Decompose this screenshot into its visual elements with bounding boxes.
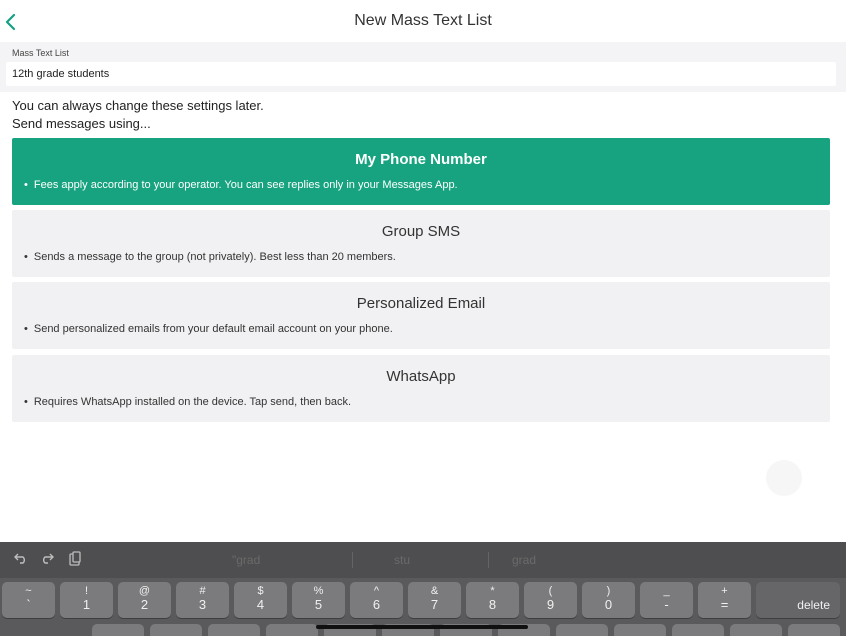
key-minus[interactable]: _ - bbox=[640, 582, 693, 618]
option-title: Group SMS bbox=[381, 223, 461, 240]
key-2[interactable]: @2 bbox=[118, 582, 171, 618]
send-using-label: Send messages using... bbox=[12, 116, 151, 131]
key-backtick[interactable]: ~ ` bbox=[2, 582, 55, 618]
key-row2[interactable] bbox=[788, 624, 840, 636]
option-description: • Requires WhatsApp installed on the devi… bbox=[24, 396, 351, 408]
list-name-input[interactable] bbox=[6, 62, 836, 86]
option-whatsapp[interactable]: WhatsApp • Requires WhatsApp installed on… bbox=[12, 355, 830, 422]
option-group-sms[interactable]: Group SMS • Sends a message to the group … bbox=[12, 210, 830, 277]
suggestion-divider bbox=[488, 552, 489, 568]
key-row2[interactable] bbox=[556, 624, 608, 636]
option-personalized-email[interactable]: Personalized Email • Send personalized em… bbox=[12, 282, 830, 349]
home-indicator bbox=[316, 625, 528, 629]
key-1[interactable]: ! 1 bbox=[60, 582, 113, 618]
key-row2[interactable] bbox=[614, 624, 666, 636]
key-9[interactable]: (9 bbox=[524, 582, 577, 618]
key-row2[interactable] bbox=[672, 624, 724, 636]
option-description-text: Requires WhatsApp installed on the devic… bbox=[33, 396, 352, 408]
option-description: • Send personalized emails from your defa… bbox=[24, 323, 393, 335]
key-row2[interactable] bbox=[208, 624, 260, 636]
key-6[interactable]: ^ 6 bbox=[350, 582, 403, 618]
floating-button-shadow bbox=[766, 460, 802, 496]
bullet-icon: • bbox=[24, 251, 28, 263]
suggestion-1[interactable]: "grad bbox=[232, 553, 260, 567]
suggestion-2[interactable]: stu bbox=[394, 553, 410, 567]
navigation-bar: New Mass Text List bbox=[0, 0, 846, 42]
keyboard-shortcut-bar: "grad stu grad bbox=[0, 542, 846, 578]
key-8[interactable]: * 8 bbox=[466, 582, 519, 618]
paste-icon[interactable] bbox=[68, 551, 82, 570]
option-description-text: Sends a message to the group (not privat… bbox=[33, 251, 396, 263]
key-4[interactable]: $4 bbox=[234, 582, 287, 618]
field-label: Mass Text List bbox=[12, 48, 69, 58]
option-title: My Phone Number bbox=[355, 151, 487, 168]
settings-hint: You can always change these settings lat… bbox=[12, 98, 264, 113]
delete-key[interactable]: delete bbox=[756, 582, 840, 618]
bullet-icon: • bbox=[24, 396, 28, 408]
suggestion-3[interactable]: grad bbox=[512, 553, 536, 567]
key-7[interactable]: & 7 bbox=[408, 582, 461, 618]
key-3[interactable]: #3 bbox=[176, 582, 229, 618]
key-equals[interactable]: + = bbox=[698, 582, 751, 618]
redo-icon[interactable] bbox=[40, 551, 54, 568]
bullet-icon: • bbox=[24, 323, 28, 335]
on-screen-keyboard: "grad stu grad ~ ` ! 1 @2 #3 $4 % 5 ^ 6 & 7 *… bbox=[0, 542, 846, 636]
key-row2[interactable] bbox=[92, 624, 144, 636]
back-chevron-icon[interactable] bbox=[4, 12, 22, 32]
key-5[interactable]: % 5 bbox=[292, 582, 345, 618]
key-row2[interactable] bbox=[150, 624, 202, 636]
option-description: • Sends a message to the group (not priva… bbox=[24, 251, 396, 263]
option-title: Personalized Email bbox=[356, 295, 486, 312]
undo-icon[interactable] bbox=[14, 551, 28, 568]
option-description-text: Send personalized emails from your defau… bbox=[33, 323, 393, 335]
suggestion-divider bbox=[352, 552, 353, 568]
option-title: WhatsApp bbox=[386, 368, 456, 385]
option-description-text: Fees apply according to your operator. Y… bbox=[33, 179, 458, 191]
page-title: New Mass Text List bbox=[354, 12, 492, 29]
option-description: • Fees apply according to your operator. … bbox=[24, 179, 458, 191]
key-row2[interactable] bbox=[266, 624, 318, 636]
option-my-phone-number[interactable]: My Phone Number • Fees apply according to… bbox=[12, 138, 830, 205]
bullet-icon: • bbox=[24, 179, 28, 191]
key-0[interactable]: ) 0 bbox=[582, 582, 635, 618]
key-row2[interactable] bbox=[730, 624, 782, 636]
